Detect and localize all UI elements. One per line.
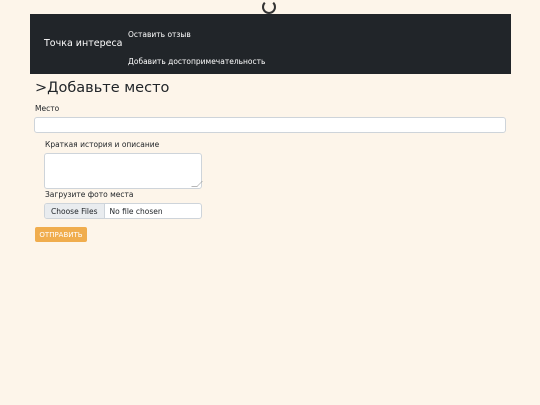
resize-handle-icon[interactable] (191, 181, 203, 187)
nav-link-add-attraction[interactable]: Добавить достопримечательность (128, 57, 265, 66)
brand-link[interactable]: Точка интереса (44, 38, 123, 49)
place-input[interactable] (34, 117, 506, 133)
story-textarea[interactable] (44, 153, 203, 189)
navbar: Точка интереса Оставить отзыв Добавить д… (30, 14, 511, 74)
photo-file-input[interactable]: Choose Files No file chosen (44, 203, 202, 219)
story-label: Краткая история и описание (45, 140, 160, 149)
place-label: Место (35, 104, 60, 113)
submit-button[interactable]: ОТПРАВИТЬ (35, 227, 87, 242)
file-status: No file chosen (109, 206, 163, 216)
choose-files-button[interactable]: Choose Files (45, 204, 105, 218)
page-title: >Добавьте место (35, 80, 170, 96)
photo-label: Загрузите фото места (45, 190, 134, 199)
nav-link-review[interactable]: Оставить отзыв (128, 30, 191, 39)
loading-spinner-icon (262, 0, 276, 14)
